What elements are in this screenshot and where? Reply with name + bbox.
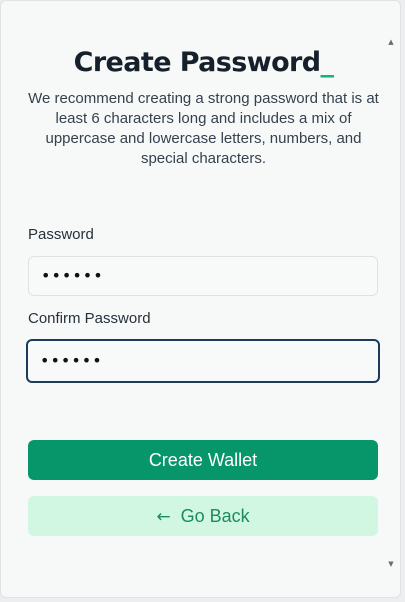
confirm-password-value: ••••••: [40, 351, 103, 370]
scroll-down-icon[interactable]: ▼: [386, 559, 396, 569]
confirm-password-label: Confirm Password: [28, 310, 151, 327]
password-field[interactable]: ••••••: [28, 256, 378, 296]
create-password-panel: ▲ ▼ Create Password_ We recommend creati…: [0, 0, 401, 598]
create-wallet-button[interactable]: Create Wallet: [28, 440, 378, 480]
create-wallet-label: Create Wallet: [148, 450, 258, 470]
arrow-left-icon: ←: [156, 507, 171, 527]
go-back-button[interactable]: ← Go Back: [28, 496, 378, 536]
go-back-label: Go Back: [180, 506, 250, 526]
confirm-password-field[interactable]: ••••••: [26, 339, 380, 383]
scrollbar[interactable]: ▲ ▼: [386, 1, 396, 599]
page-title: Create Password_: [1, 47, 405, 78]
page-description: We recommend creating a strong password …: [28, 90, 379, 167]
scroll-up-icon[interactable]: ▲: [386, 37, 396, 47]
password-value: ••••••: [41, 266, 104, 285]
password-label: Password: [28, 226, 94, 243]
title-cursor: _: [320, 47, 334, 78]
page-title-text: Create Password: [73, 47, 321, 78]
